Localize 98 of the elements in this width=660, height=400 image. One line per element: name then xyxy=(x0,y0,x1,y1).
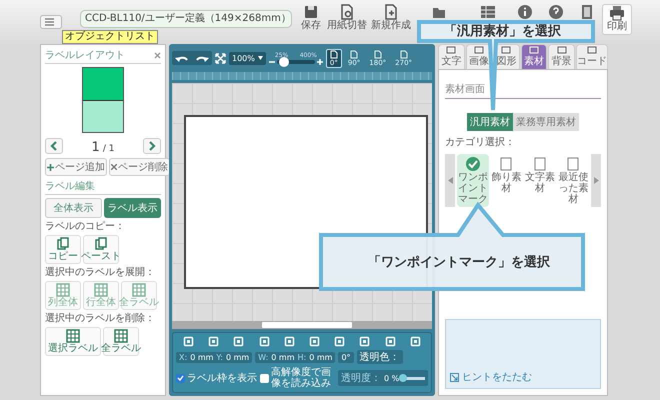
toolbar-button[interactable]: 新規作成 xyxy=(370,4,412,31)
documents-icon xyxy=(94,237,108,251)
checkbox[interactable] xyxy=(260,374,269,382)
tab-icon xyxy=(529,46,540,54)
printer-icon xyxy=(609,5,625,21)
tab[interactable]: 文字 xyxy=(438,44,465,69)
tab-icon xyxy=(474,46,484,54)
position-field[interactable]: W: 0 mm H: 0 mm xyxy=(255,352,336,362)
minus-icon[interactable] xyxy=(268,58,275,64)
next-page-button[interactable] xyxy=(143,138,161,154)
opacity-control[interactable]: 透明度： 0 % xyxy=(338,370,428,386)
tab[interactable]: 素材 xyxy=(520,44,548,69)
category-item[interactable]: 最近使った素材 xyxy=(558,154,589,207)
callout-text: 「ワンポイントマーク」を選択 xyxy=(368,254,550,270)
page-total: / 1 xyxy=(102,144,114,154)
page-icon xyxy=(328,50,339,58)
label-tool-button[interactable]: コピー xyxy=(45,235,81,264)
fit-screen-icon[interactable] xyxy=(215,52,226,64)
check-circle-icon xyxy=(464,156,481,172)
category-item[interactable]: 文字素材 xyxy=(524,154,556,207)
zoom-slider-thumb[interactable] xyxy=(279,56,290,66)
delete-page-button[interactable]: ページ削除 xyxy=(109,158,170,176)
material-type-button[interactable]: 業務専用素材 xyxy=(513,113,579,131)
tab-icon xyxy=(556,46,567,54)
page-icon xyxy=(398,50,409,58)
tab-icon xyxy=(501,46,512,54)
table-icon xyxy=(480,4,496,20)
section-title: 素材画面 xyxy=(445,84,485,95)
page-number: 1 xyxy=(92,140,100,155)
check-icon xyxy=(177,375,184,381)
checkbox-label: ラベル枠を表示 xyxy=(187,372,257,384)
collapse-hint-link[interactable]: ヒントをたたむ xyxy=(450,370,532,384)
tab[interactable]: 背景 xyxy=(548,44,575,69)
page-icon xyxy=(349,50,360,58)
plus-icon xyxy=(47,164,54,170)
category-item[interactable]: 飾り素材 xyxy=(490,154,522,207)
callout-text: 「汎用素材」を選択 xyxy=(444,24,561,39)
group-label: 選択中のラベルを削除： xyxy=(45,313,156,324)
opacity-slider-thumb[interactable] xyxy=(399,374,408,382)
new-page-icon xyxy=(383,4,399,20)
angle-field[interactable]: 0° xyxy=(338,352,354,362)
panel-title: ラベルレイアウト xyxy=(45,49,125,62)
toolbar-button[interactable]: 用紙切替 xyxy=(326,4,368,31)
document-icon xyxy=(532,156,548,172)
chevron-left-icon xyxy=(50,140,58,150)
grid-icon xyxy=(132,283,146,297)
triangle-right-icon xyxy=(594,177,598,184)
label-tool-button[interactable]: 全ラベル xyxy=(103,327,139,356)
menu-icon xyxy=(45,18,57,26)
view-toggle[interactable]: 全体表示 xyxy=(45,198,102,218)
view-toggle[interactable]: ラベル表示 xyxy=(104,198,161,218)
triangle-left-icon xyxy=(448,177,452,184)
checkbox-label: 高解像度で画像を読み込み xyxy=(271,367,332,389)
help-icon xyxy=(548,4,564,20)
scroll-left-button[interactable] xyxy=(445,154,455,207)
chevron-right-icon xyxy=(148,140,156,150)
label-tool-button[interactable]: 選択ラベル xyxy=(45,327,101,356)
grid-icon xyxy=(94,283,108,297)
plus-icon[interactable] xyxy=(316,58,323,64)
collapse-icon xyxy=(450,372,459,382)
print-button[interactable]: 印刷 xyxy=(602,4,632,35)
documents-icon xyxy=(56,237,70,251)
tab-icon xyxy=(586,46,597,54)
previous-page-button[interactable] xyxy=(45,138,63,154)
checkbox[interactable] xyxy=(176,374,185,382)
title-field[interactable]: CCD-BL110/ユーザー定義（149×268mm） xyxy=(80,10,292,28)
close-icon xyxy=(111,164,117,170)
page-search-icon xyxy=(339,4,355,20)
material-type-button[interactable]: 汎用素材 xyxy=(467,113,513,131)
tooltip: オブジェクトリスト xyxy=(62,30,158,44)
group-label: ラベルのコピー： xyxy=(45,221,126,232)
add-page-button[interactable]: ページ追加 xyxy=(45,158,107,176)
section-title: ラベル編集 xyxy=(45,180,95,193)
info-icon xyxy=(517,4,533,20)
floppy-icon xyxy=(303,4,319,20)
zoom-select[interactable]: 100% xyxy=(229,52,266,64)
position-field[interactable]: X: 0 mm Y: 0 mm xyxy=(176,352,252,362)
category-item[interactable]: ワンポイントマーク xyxy=(457,154,488,207)
category-label: カテゴリ選択： xyxy=(445,137,516,148)
caret-icon xyxy=(258,56,263,60)
close-icon[interactable] xyxy=(154,52,161,58)
toolbar-button[interactable]: 保存 xyxy=(298,4,324,31)
grid-icon xyxy=(66,329,80,343)
document-icon xyxy=(565,156,582,172)
tab-icon xyxy=(446,46,456,54)
layout-preview[interactable] xyxy=(82,67,124,133)
scroll-right-button[interactable] xyxy=(591,154,601,207)
document-icon xyxy=(498,156,514,172)
menu-button[interactable] xyxy=(40,15,62,29)
label-tool-button[interactable]: ペースト xyxy=(83,235,119,264)
horizontal-scrollbar[interactable] xyxy=(172,321,432,329)
group-label: 選択中のラベルを展開： xyxy=(45,267,156,278)
page-icon xyxy=(372,50,383,58)
grid-icon xyxy=(56,283,70,297)
tab[interactable]: コード xyxy=(576,44,608,69)
door-icon xyxy=(579,4,595,20)
transparent-color-button[interactable]: 透明色： xyxy=(356,350,403,364)
grid-icon xyxy=(114,329,128,343)
